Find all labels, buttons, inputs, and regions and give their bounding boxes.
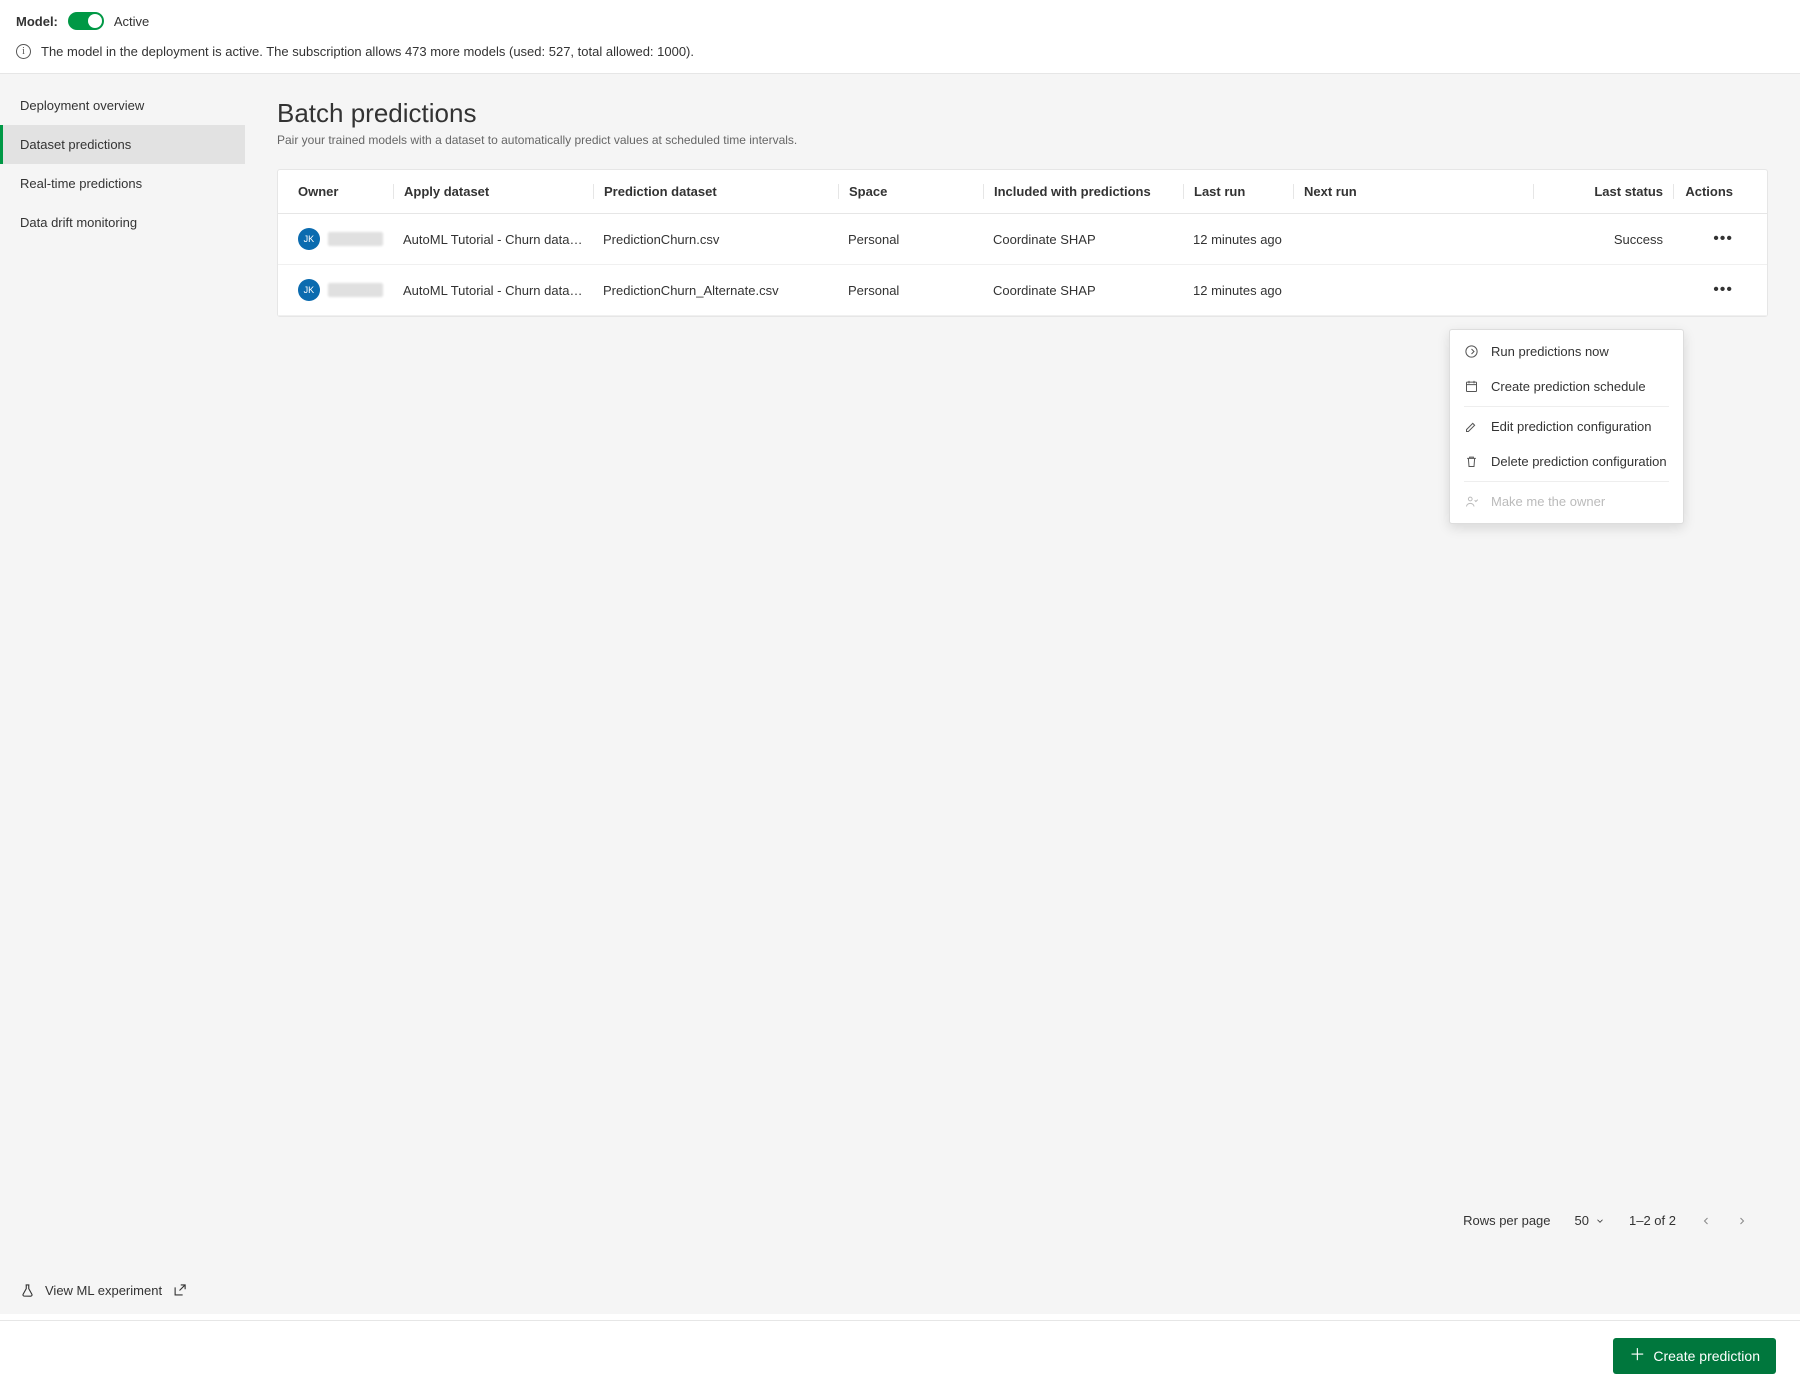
cell-apply-dataset: AutoML Tutorial - Churn data - ap bbox=[393, 283, 593, 298]
content-area: Batch predictions Pair your trained mode… bbox=[245, 74, 1800, 1314]
owner-name-redacted bbox=[328, 232, 383, 246]
col-owner[interactable]: Owner bbox=[288, 184, 393, 199]
pagination-prev[interactable] bbox=[1700, 1215, 1712, 1227]
sidebar-nav: Deployment overview Dataset predictions … bbox=[0, 86, 245, 1267]
create-prediction-label: Create prediction bbox=[1653, 1348, 1760, 1364]
col-apply-dataset[interactable]: Apply dataset bbox=[393, 184, 593, 199]
cell-included: Coordinate SHAP bbox=[983, 232, 1183, 247]
dropdown-label: Run predictions now bbox=[1491, 344, 1609, 359]
model-active-toggle[interactable] bbox=[68, 12, 104, 30]
page-subtitle: Pair your trained models with a dataset … bbox=[277, 133, 1768, 147]
dropdown-label: Delete prediction configuration bbox=[1491, 454, 1667, 469]
row-actions-dropdown: Run predictions now Create prediction sc… bbox=[1449, 329, 1684, 524]
main-layout: Deployment overview Dataset predictions … bbox=[0, 74, 1800, 1314]
cell-prediction-dataset: PredictionChurn.csv bbox=[593, 232, 838, 247]
rows-per-page-value: 50 bbox=[1575, 1213, 1589, 1228]
sidebar-item-deployment-overview[interactable]: Deployment overview bbox=[0, 86, 245, 125]
dropdown-label: Create prediction schedule bbox=[1491, 379, 1646, 394]
trash-icon bbox=[1464, 454, 1479, 469]
external-link-icon bbox=[172, 1283, 187, 1298]
info-icon: i bbox=[16, 44, 31, 59]
col-prediction-dataset[interactable]: Prediction dataset bbox=[593, 184, 838, 199]
sidebar-footer-link[interactable]: View ML experiment bbox=[0, 1267, 245, 1314]
model-info-text: The model in the deployment is active. T… bbox=[41, 44, 694, 59]
page-title: Batch predictions bbox=[277, 98, 1768, 129]
cell-owner: JK bbox=[288, 279, 393, 301]
table-row[interactable]: JK AutoML Tutorial - Churn data - ap Pre… bbox=[278, 214, 1767, 265]
col-next-run[interactable]: Next run bbox=[1293, 184, 1533, 199]
chevron-down-icon bbox=[1595, 1216, 1605, 1226]
model-info-bar: i The model in the deployment is active.… bbox=[0, 38, 1800, 74]
pagination-next[interactable] bbox=[1736, 1215, 1748, 1227]
dropdown-divider bbox=[1464, 406, 1669, 407]
table-row[interactable]: JK AutoML Tutorial - Churn data - ap Pre… bbox=[278, 265, 1767, 316]
model-toggle-status: Active bbox=[114, 14, 149, 29]
sidebar-footer-label: View ML experiment bbox=[45, 1283, 162, 1298]
sidebar-item-data-drift-monitoring[interactable]: Data drift monitoring bbox=[0, 203, 245, 242]
table-header: Owner Apply dataset Prediction dataset S… bbox=[278, 170, 1767, 214]
cell-last-run: 12 minutes ago bbox=[1183, 232, 1293, 247]
dropdown-delete-config[interactable]: Delete prediction configuration bbox=[1450, 444, 1683, 479]
dropdown-label: Make me the owner bbox=[1491, 494, 1605, 509]
cell-included: Coordinate SHAP bbox=[983, 283, 1183, 298]
row-actions-menu-trigger[interactable]: ••• bbox=[1673, 230, 1743, 248]
plus-icon: ＋ bbox=[1629, 1348, 1645, 1364]
cell-last-run: 12 minutes ago bbox=[1183, 283, 1293, 298]
calendar-icon bbox=[1464, 379, 1479, 394]
col-space[interactable]: Space bbox=[838, 184, 983, 199]
col-last-status[interactable]: Last status bbox=[1533, 184, 1673, 199]
footer-bar: ＋ Create prediction bbox=[0, 1320, 1800, 1390]
create-prediction-button[interactable]: ＋ Create prediction bbox=[1613, 1338, 1776, 1374]
model-status-bar: Model: Active bbox=[0, 0, 1800, 38]
pagination-bar: Rows per page 50 1–2 of 2 bbox=[490, 1197, 1768, 1244]
sidebar-item-dataset-predictions[interactable]: Dataset predictions bbox=[0, 125, 245, 164]
cell-space: Personal bbox=[838, 283, 983, 298]
dropdown-label: Edit prediction configuration bbox=[1491, 419, 1651, 434]
cell-owner: JK bbox=[288, 228, 393, 250]
cell-space: Personal bbox=[838, 232, 983, 247]
rows-per-page-label: Rows per page bbox=[1463, 1213, 1550, 1228]
col-actions: Actions bbox=[1673, 184, 1743, 199]
dropdown-create-schedule[interactable]: Create prediction schedule bbox=[1450, 369, 1683, 404]
dropdown-divider bbox=[1464, 481, 1669, 482]
col-last-run[interactable]: Last run bbox=[1183, 184, 1293, 199]
avatar: JK bbox=[298, 228, 320, 250]
rows-per-page-select[interactable]: 50 bbox=[1575, 1213, 1605, 1228]
row-actions-menu-trigger[interactable]: ••• bbox=[1673, 281, 1743, 299]
owner-icon bbox=[1464, 494, 1479, 509]
sidebar: Deployment overview Dataset predictions … bbox=[0, 74, 245, 1314]
sidebar-item-realtime-predictions[interactable]: Real-time predictions bbox=[0, 164, 245, 203]
col-included[interactable]: Included with predictions bbox=[983, 184, 1183, 199]
cell-prediction-dataset: PredictionChurn_Alternate.csv bbox=[593, 283, 838, 298]
flask-icon bbox=[20, 1283, 35, 1298]
model-label: Model: bbox=[16, 14, 58, 29]
owner-name-redacted bbox=[328, 283, 383, 297]
dropdown-edit-config[interactable]: Edit prediction configuration bbox=[1450, 409, 1683, 444]
run-icon bbox=[1464, 344, 1479, 359]
cell-apply-dataset: AutoML Tutorial - Churn data - ap bbox=[393, 232, 593, 247]
dropdown-run-predictions-now[interactable]: Run predictions now bbox=[1450, 334, 1683, 369]
cell-status: Success bbox=[1533, 232, 1673, 247]
predictions-table: Owner Apply dataset Prediction dataset S… bbox=[277, 169, 1768, 317]
edit-icon bbox=[1464, 419, 1479, 434]
dropdown-make-me-owner: Make me the owner bbox=[1450, 484, 1683, 519]
pagination-range: 1–2 of 2 bbox=[1629, 1213, 1676, 1228]
avatar: JK bbox=[298, 279, 320, 301]
